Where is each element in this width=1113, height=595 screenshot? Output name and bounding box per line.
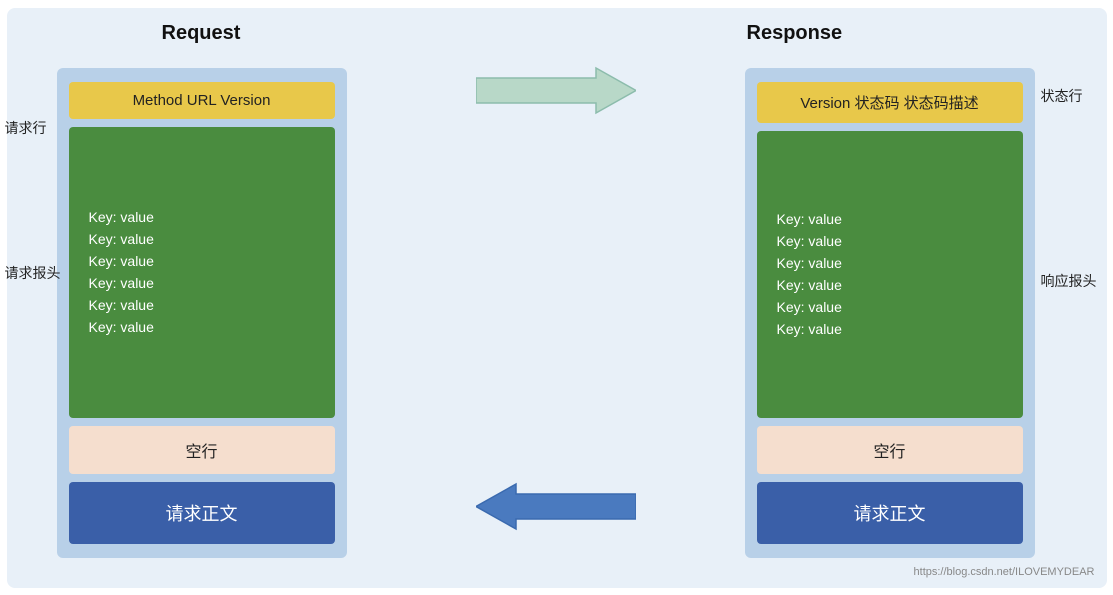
response-headers-box: Key: value Key: value Key: value Key: va… bbox=[757, 131, 1023, 418]
response-title: Response bbox=[747, 22, 843, 45]
response-empty-line: 空行 bbox=[757, 426, 1023, 474]
res-header-5: Key: value bbox=[777, 299, 1003, 315]
left-arrow bbox=[476, 479, 616, 533]
request-empty-line: 空行 bbox=[69, 426, 335, 474]
res-header-4: Key: value bbox=[777, 277, 1003, 293]
right-arrow bbox=[476, 63, 616, 117]
req-header-1: Key: value bbox=[89, 209, 315, 225]
req-header-6: Key: value bbox=[89, 319, 315, 335]
request-body-box: 请求正文 bbox=[69, 482, 335, 544]
req-header-3: Key: value bbox=[89, 253, 315, 269]
request-line-box: Method URL Version bbox=[69, 82, 335, 119]
request-headers-label: 请求报头 bbox=[5, 263, 61, 283]
request-panel: Method URL Version Key: value Key: value… bbox=[57, 68, 347, 558]
response-headers-label: 响应报头 bbox=[1041, 271, 1097, 291]
response-side-labels: 状态行 响应报头 bbox=[1041, 68, 1097, 558]
response-status-line-label: 状态行 bbox=[1041, 86, 1097, 106]
request-line-label: 请求行 bbox=[5, 118, 47, 138]
res-header-1: Key: value bbox=[777, 211, 1003, 227]
request-headers-box: Key: value Key: value Key: value Key: va… bbox=[69, 127, 335, 418]
response-panel-wrapper: Version 状态码 状态码描述 Key: value Key: value … bbox=[745, 68, 1097, 558]
res-header-3: Key: value bbox=[777, 255, 1003, 271]
request-panel-wrapper: 请求行 请求报头 Method URL Version Key: value K… bbox=[57, 68, 347, 558]
middle-section bbox=[476, 53, 616, 543]
req-header-2: Key: value bbox=[89, 231, 315, 247]
response-panel-with-labels: Version 状态码 状态码描述 Key: value Key: value … bbox=[745, 68, 1097, 558]
response-status-line: Version 状态码 状态码描述 bbox=[757, 82, 1023, 123]
watermark: https://blog.csdn.net/ILOVEMYDEAR bbox=[914, 566, 1095, 578]
main-container: Request Response 请求行 请求报头 Method URL Ver… bbox=[7, 8, 1107, 588]
request-title: Request bbox=[162, 22, 241, 45]
res-header-6: Key: value bbox=[777, 321, 1003, 337]
response-panel: Version 状态码 状态码描述 Key: value Key: value … bbox=[745, 68, 1035, 558]
req-header-4: Key: value bbox=[89, 275, 315, 291]
req-header-5: Key: value bbox=[89, 297, 315, 313]
response-body-box: 请求正文 bbox=[757, 482, 1023, 544]
res-header-2: Key: value bbox=[777, 233, 1003, 249]
